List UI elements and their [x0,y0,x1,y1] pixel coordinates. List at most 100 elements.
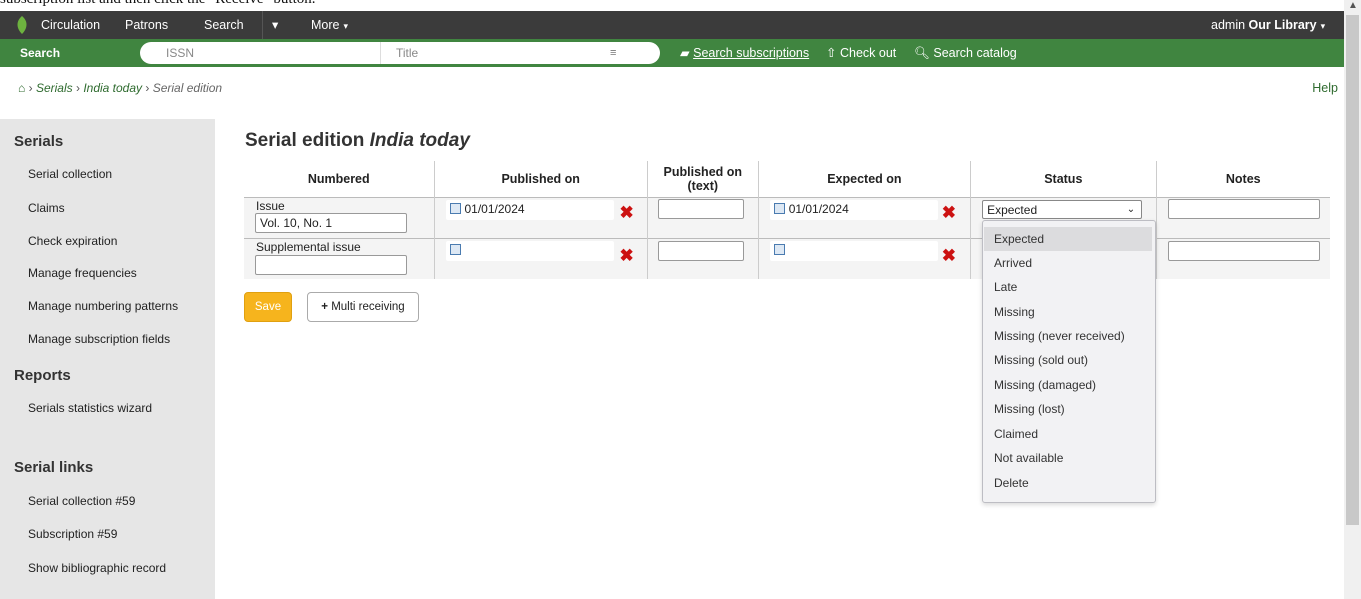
expected-date-field[interactable]: 01/01/2024 [769,200,938,220]
link-check-out-label: Check out [839,46,897,60]
status-option-missing-never-received[interactable]: Missing (never received) [984,324,1152,348]
status-option-expected[interactable]: Expected [984,227,1152,251]
search-tab-label[interactable]: Search subscriptions [6,44,156,79]
col-notes: Notes [1155,161,1330,198]
clear-date-icon[interactable]: ✖ [942,247,956,264]
multi-receiving-button[interactable]: + Multi receiving [307,292,419,322]
table-row: Issue Vol. 10, No. 1 01/01/2024 ✖ 01/01/… [244,197,1330,239]
supplemental-published-text-field[interactable] [657,241,744,261]
status-option-delete[interactable]: Delete [984,471,1152,495]
sidebar-item-serial-collection-59[interactable]: Serial collection #59 [28,494,135,508]
calendar-icon[interactable] [773,244,785,255]
link-search-catalog[interactable]: 🔍︎ Search catalog [914,39,1017,67]
calendar-icon[interactable] [773,203,785,214]
supplemental-numbering-field[interactable] [255,255,407,275]
breadcrumb-serials[interactable]: Serials [36,81,73,95]
sidebar-heading-serial-links: Serial links [14,459,94,476]
breadcrumb: ⌂ › Serials › India today › Serial editi… [18,81,222,95]
status-option-missing-lost[interactable]: Missing (lost) [984,397,1152,421]
chevron-down-icon: ▾ [1320,21,1326,31]
calendar-icon[interactable] [449,203,461,214]
scrollbar-thumb[interactable] [1346,15,1359,525]
clear-date-icon[interactable]: ✖ [620,204,634,221]
user-menu[interactable]: admin Our Library ▾ [1211,11,1325,39]
plus-icon: + [321,301,328,313]
nav-search[interactable]: Search [204,11,244,39]
status-dropdown-list: Expected Arrived Late Missing Missing (n… [982,220,1156,503]
published-text-field[interactable] [657,199,744,219]
search-options-icon[interactable]: ≡ [610,42,616,64]
status-option-arrived[interactable]: Arrived [984,251,1152,275]
help-link[interactable]: Help [1312,81,1338,95]
page-title-prefix: Serial edition [245,130,365,151]
sidebar-item-show-bibliographic-record[interactable]: Show bibliographic record [28,561,166,575]
status-option-not-available[interactable]: Not available [984,446,1152,470]
cell-published-text [646,238,759,279]
issn-input[interactable]: ISSN [166,42,194,64]
clear-date-icon[interactable]: ✖ [942,204,956,221]
sidebar-item-claims[interactable]: Claims [28,201,65,215]
nav-search-dropdown-caret-icon[interactable]: ▾ [272,11,278,39]
page-title-serial-name: India today [369,130,470,151]
koha-logo-icon[interactable] [16,16,28,34]
sidebar-item-serial-collection[interactable]: Serial collection [28,167,112,181]
nav-more[interactable]: More ▾ [311,11,348,39]
nav-more-label: More [311,18,340,32]
sidebar-heading-serials: Serials [14,133,64,150]
submit-arrow-icon[interactable]: ➔ [636,42,658,64]
sidebar-item-manage-numbering-patterns[interactable]: Manage numbering patterns [28,299,178,313]
save-button[interactable]: Save [244,292,292,322]
header-search-bar: Search subscriptions ISSN Title ≡ ➔ ▰ Se… [0,39,1344,79]
input-divider [380,42,381,64]
status-option-missing-damaged[interactable]: Missing (damaged) [984,373,1152,397]
sidebar-item-check-expiration[interactable]: Check expiration [28,234,117,248]
nav-patrons[interactable]: Patrons [125,11,168,39]
sidebar-item-manage-subscription-fields[interactable]: Manage subscription fields [28,332,170,346]
breadcrumb-current: Serial edition [152,81,223,95]
sidebar-item-manage-frequencies[interactable]: Manage frequencies [28,266,137,280]
numbering-field[interactable]: Vol. 10, No. 1 [255,213,407,233]
status-option-claimed[interactable]: Claimed [984,422,1152,446]
breadcrumb-india-today[interactable]: India today [83,81,142,95]
clear-date-icon[interactable]: ✖ [620,247,634,264]
status-select[interactable]: Expected ⌄ [982,200,1143,219]
status-option-missing[interactable]: Missing [984,300,1152,324]
cell-numbered: Issue Vol. 10, No. 1 [244,197,434,239]
sidebar-item-serials-statistics-wizard[interactable]: Serials statistics wizard [28,401,152,415]
upload-icon: ⇧ [826,46,837,60]
supplemental-published-date-field[interactable] [445,241,614,261]
link-search-subscriptions-label: Search subscriptions [693,46,810,60]
scroll-up-arrow-icon[interactable]: ▲ [1348,0,1358,11]
supplemental-expected-date-field[interactable] [769,241,938,261]
col-status: Status [970,161,1156,198]
instruction-strip: subscription list and then click the "Re… [0,0,1344,11]
page-title: Serial edition India today [245,130,470,152]
notes-field[interactable] [1167,199,1320,219]
home-icon[interactable]: ⌂ [18,81,25,95]
search-icon: 🔍︎ [914,46,930,60]
cell-expected-on: ✖ [757,238,971,279]
published-date-value: 01/01/2024 [464,202,525,216]
col-published-on-text: Published on (text) [646,161,759,198]
multi-receiving-label: Multi receiving [331,301,405,313]
published-date-field[interactable]: 01/01/2024 [445,200,614,220]
cell-notes [1155,238,1330,279]
calendar-icon[interactable] [449,244,461,255]
cell-published-on: 01/01/2024 ✖ [433,197,648,239]
link-check-out[interactable]: ⇧ Check out [826,39,896,67]
library-name: Our Library [1248,18,1317,32]
title-input[interactable]: Title [396,42,418,64]
status-option-missing-sold-out[interactable]: Missing (sold out) [984,348,1152,372]
cell-numbered: Supplemental issue [244,238,434,279]
link-search-subscriptions[interactable]: ▰ Search subscriptions [680,39,809,67]
expected-date-value: 01/01/2024 [788,202,849,216]
col-published-on: Published on [433,161,648,198]
user-name: admin [1211,18,1246,32]
search-inputs: ISSN Title ≡ [140,42,660,64]
cell-published-text [646,197,759,239]
supplemental-notes-field[interactable] [1167,241,1320,261]
issue-label: Issue [256,199,285,213]
status-option-late[interactable]: Late [984,275,1152,299]
sidebar-item-subscription-59[interactable]: Subscription #59 [28,527,117,541]
nav-circulation[interactable]: Circulation [41,11,100,39]
